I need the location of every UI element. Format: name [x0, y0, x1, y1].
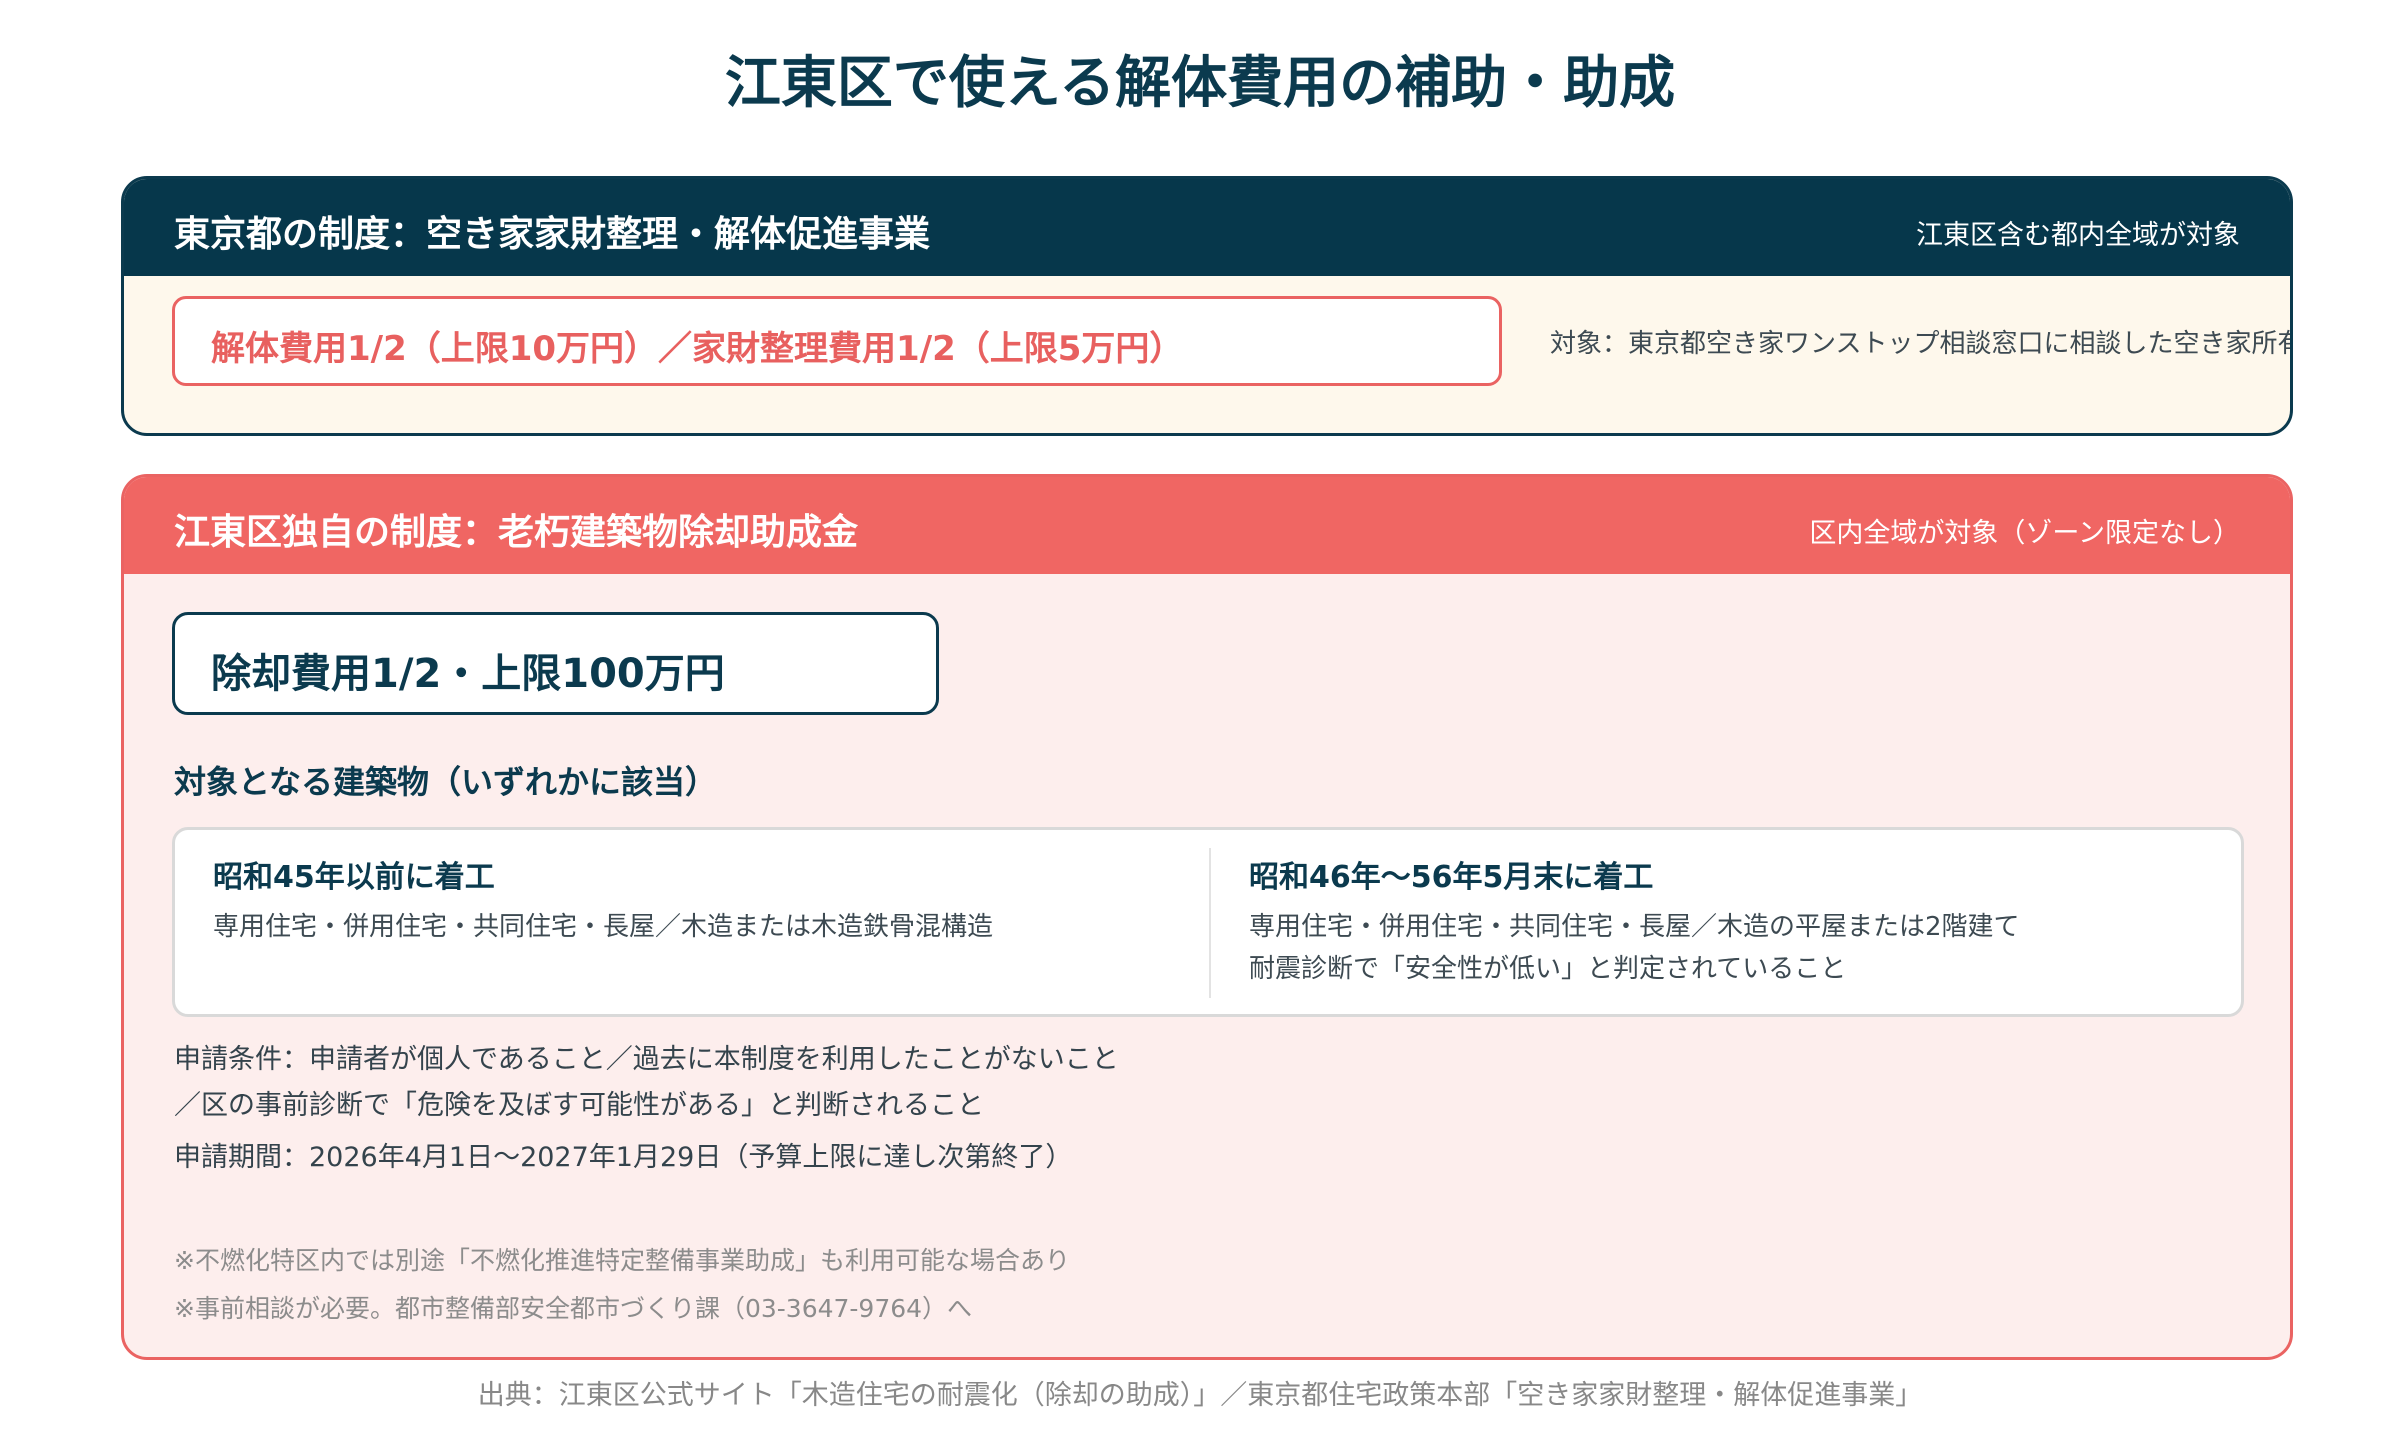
page-title: 江東区で使える解体費用の補助・助成: [724, 51, 1676, 116]
eligible-buildings-heading: 対象となる建築物（いずれかに該当）: [174, 763, 718, 801]
tokyo-program-scope: 江東区含む都内全域が対象: [1916, 220, 2240, 251]
notes: ※不燃化特区内では別途「不燃化推進特定整備事業助成」も利用可能な場合あり ※事前…: [174, 1237, 1070, 1333]
koto-program-card: 江東区独自の制度：老朽建築物除却助成金 区内全域が対象（ゾーン限定なし） 除却費…: [121, 474, 2293, 1360]
koto-program-title: 江東区独自の制度：老朽建築物除却助成金: [174, 512, 859, 553]
condition-line: ／区の事前診断で「危険を及ぼす可能性がある」と判断されること: [174, 1090, 984, 1121]
criteria-line: 専用住宅・併用住宅・共同住宅・長屋／木造の平屋または2階建て: [1249, 912, 2020, 942]
condition-line: 申請条件：申請者が個人であること／過去に本制度を利用したことがないこと: [174, 1044, 1119, 1075]
criteria-line: 専用住宅・併用住宅・共同住宅・長屋／木造または木造鉄骨混構造: [213, 912, 994, 942]
tokyo-program-title: 東京都の制度：空き家家財整理・解体促進事業: [174, 214, 931, 255]
eligibility-criteria-box: 昭和45年以前に着工 専用住宅・併用住宅・共同住宅・長屋／木造または木造鉄骨混構…: [172, 827, 2244, 1017]
tokyo-subsidy-text: 解体費用1/2（上限10万円）／家財整理費用1/2（上限5万円）: [211, 329, 1184, 369]
note-line: ※事前相談が必要。都市整備部安全都市づくり課（03-3647-9764）へ: [174, 1294, 973, 1323]
koto-program-scope: 区内全域が対象（ゾーン限定なし）: [1809, 518, 2240, 549]
application-conditions: 申請条件：申請者が個人であること／過去に本制度を利用したことがないこと ／区の事…: [174, 1037, 1119, 1181]
tokyo-program-header: 東京都の制度：空き家家財整理・解体促進事業 江東区含む都内全域が対象: [124, 179, 2290, 276]
criteria-title: 昭和46年〜56年5月末に着工: [1249, 860, 1654, 895]
application-period: 申請期間：2026年4月1日〜2027年1月29日（予算上限に達し次第終了）: [174, 1142, 1073, 1173]
koto-program-header: 江東区独自の制度：老朽建築物除却助成金 区内全域が対象（ゾーン限定なし）: [124, 477, 2290, 574]
koto-amount-text: 除却費用1/2・上限100万円: [211, 651, 725, 697]
criteria-title: 昭和45年以前に着工: [213, 860, 495, 895]
criteria-column-2: 昭和46年〜56年5月末に着工 専用住宅・併用住宅・共同住宅・長屋／木造の平屋ま…: [1249, 852, 2020, 990]
koto-amount-box: 除却費用1/2・上限100万円: [172, 612, 939, 715]
tokyo-program-card: 東京都の制度：空き家家財整理・解体促進事業 江東区含む都内全域が対象 解体費用1…: [121, 176, 2293, 436]
source-citation: 出典：江東区公式サイト「木造住宅の耐震化（除却の助成）」／東京都住宅政策本部「空…: [477, 1380, 1923, 1411]
tokyo-subsidy-box: 解体費用1/2（上限10万円）／家財整理費用1/2（上限5万円）: [172, 296, 1502, 386]
note-line: ※不燃化特区内では別途「不燃化推進特定整備事業助成」も利用可能な場合あり: [174, 1246, 1070, 1275]
tokyo-target-text: 対象：東京都空き家ワンストップ相談窓口に相談した空き家所有者: [1550, 329, 2293, 359]
criteria-divider: [1209, 848, 1211, 998]
criteria-line: 耐震診断で「安全性が低い」と判定されていること: [1249, 954, 1847, 984]
criteria-column-1: 昭和45年以前に着工 専用住宅・併用住宅・共同住宅・長屋／木造または木造鉄骨混構…: [213, 852, 993, 948]
